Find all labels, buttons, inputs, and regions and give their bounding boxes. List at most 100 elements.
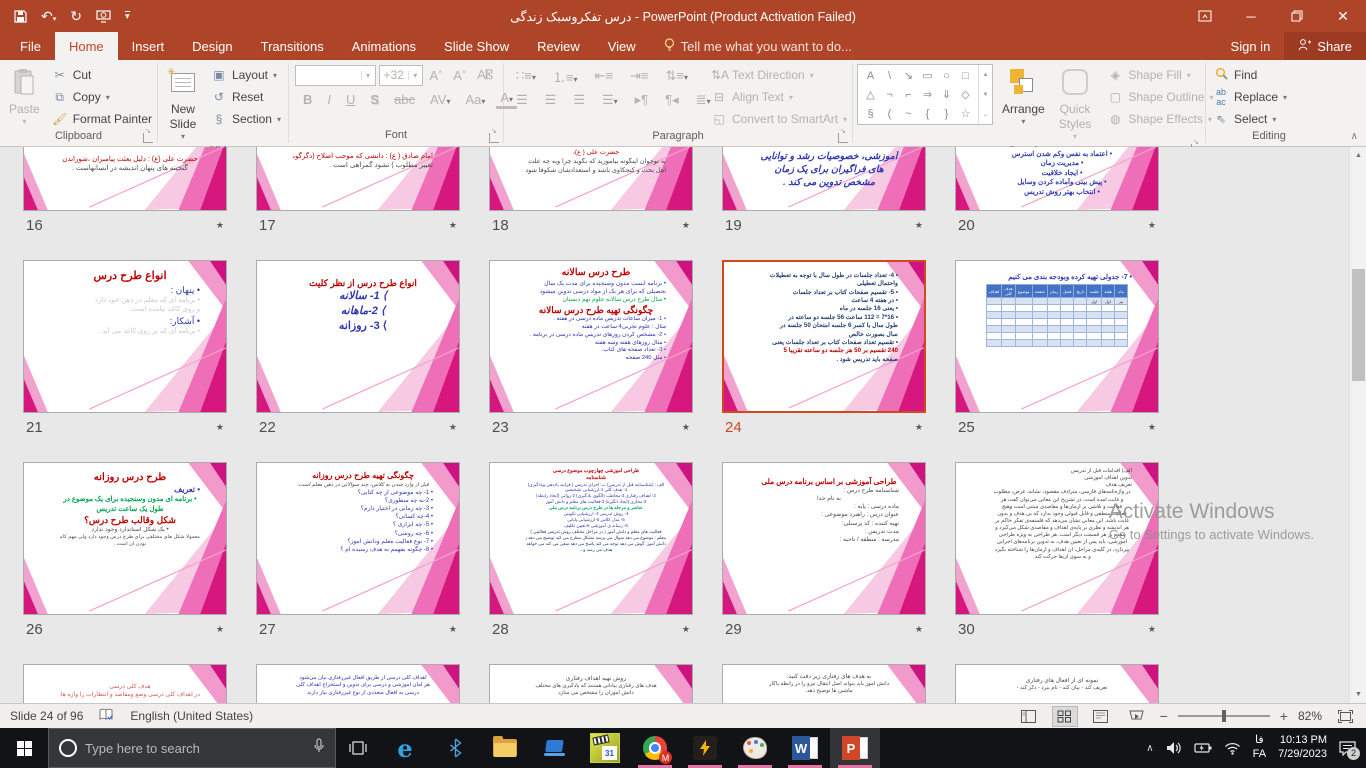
- scroll-down-icon[interactable]: ▼: [1350, 686, 1366, 703]
- slide-thumbnail-33[interactable]: روش تهیه اهداف رفتاریهدف های رفتاری بیان…: [489, 664, 693, 703]
- shape-effects-button[interactable]: ◍Shape Effects▾: [1102, 108, 1218, 130]
- tab-transitions[interactable]: Transitions: [247, 32, 338, 60]
- bullets-icon[interactable]: ∷≡▾: [512, 67, 540, 85]
- ltr-direction-icon[interactable]: ▸¶: [631, 91, 653, 109]
- slide-show-button[interactable]: [1124, 706, 1150, 727]
- align-text-button[interactable]: ⊟Align Text▾: [706, 86, 852, 108]
- shape-icon[interactable]: ○: [937, 66, 956, 85]
- save-icon[interactable]: [14, 10, 27, 23]
- tab-animations[interactable]: Animations: [338, 32, 430, 60]
- scrollbar-thumb[interactable]: [1352, 269, 1365, 381]
- decrease-indent-icon[interactable]: ⇤≡: [590, 67, 616, 85]
- edge-taskbar-icon[interactable]: e: [380, 728, 430, 768]
- shape-outline-button[interactable]: ▢Shape Outline▾: [1102, 86, 1218, 108]
- cut-button[interactable]: ✂Cut: [47, 64, 157, 86]
- zoom-slider[interactable]: [1178, 715, 1270, 717]
- numbering-icon[interactable]: ⒈≡▾: [549, 66, 582, 87]
- wifi-icon[interactable]: [1224, 742, 1241, 755]
- select-button[interactable]: ⇖Select▾: [1208, 108, 1292, 130]
- tab-home[interactable]: Home: [55, 32, 118, 60]
- find-button[interactable]: Find: [1208, 64, 1292, 86]
- restore-button[interactable]: [1274, 0, 1320, 32]
- customize-qat-icon[interactable]: ▾: [125, 11, 130, 21]
- shapes-more-icon[interactable]: ⌄: [979, 104, 992, 124]
- change-case-icon[interactable]: Aa▾: [461, 91, 489, 108]
- spell-check-icon[interactable]: [99, 708, 114, 725]
- font-dialog-launcher[interactable]: [489, 133, 499, 143]
- tray-chevron-icon[interactable]: ∧: [1146, 743, 1153, 754]
- ribbon-display-options-button[interactable]: [1182, 0, 1228, 32]
- language-switcher[interactable]: فاFA: [1253, 734, 1266, 762]
- slide-thumbnail-31[interactable]: هدف کلی درسیدر اهداف کلی درسی وضع ومقاصد…: [23, 664, 227, 703]
- shape-fill-button[interactable]: ◈Shape Fill▾: [1102, 64, 1218, 86]
- fit-to-window-icon[interactable]: [1332, 706, 1358, 727]
- shape-icon[interactable]: §: [861, 104, 880, 123]
- increase-indent-icon[interactable]: ⇥≡: [626, 67, 652, 85]
- shape-icon[interactable]: (: [880, 104, 899, 123]
- slide-sorter-view-button[interactable]: [1052, 706, 1078, 727]
- align-left-icon[interactable]: ☰: [512, 91, 532, 109]
- text-direction-button[interactable]: ⇅AText Direction▾: [706, 64, 852, 86]
- font-name-combo[interactable]: ▾: [295, 65, 376, 86]
- tab-design[interactable]: Design: [178, 32, 246, 60]
- powerpoint-taskbar-icon[interactable]: P: [830, 728, 880, 768]
- slide-thumbnail-22[interactable]: انواع طرح درس از نظر کلیت ⟩ 1- سالانه⟩ 2…: [256, 260, 460, 413]
- normal-view-button[interactable]: [1016, 706, 1042, 727]
- file-explorer-taskbar-icon[interactable]: [480, 728, 530, 768]
- shape-icon[interactable]: □: [956, 66, 975, 85]
- tell-me-box[interactable]: Tell me what you want to do...: [650, 32, 852, 60]
- shape-icon[interactable]: △: [861, 85, 880, 104]
- slide-thumbnail-27[interactable]: چگونگی تهیه طرح درس روزانهقبل از وارد شد…: [256, 462, 460, 615]
- start-from-beginning-icon[interactable]: [96, 10, 111, 23]
- slide-thumbnail-28[interactable]: طراحی آموزشی چهارچوب موضوع درسیشناسنامها…: [489, 462, 693, 615]
- winamp-taskbar-icon[interactable]: [680, 728, 730, 768]
- tab-slide-show[interactable]: Slide Show: [430, 32, 523, 60]
- close-button[interactable]: ✕: [1320, 0, 1366, 32]
- rtl-direction-icon[interactable]: ¶◂: [661, 91, 683, 109]
- tab-view[interactable]: View: [594, 32, 650, 60]
- slide-thumbnail-25[interactable]: • 7- جدولی تهیه کرده وبودجه بندی می کنیم…: [955, 260, 1159, 413]
- shape-icon[interactable]: ⌐: [899, 85, 918, 104]
- language-indicator[interactable]: English (United States): [130, 709, 253, 723]
- paint-taskbar-icon[interactable]: [730, 728, 780, 768]
- shapes-scroll-up-icon[interactable]: ▲: [979, 65, 992, 85]
- font-size-combo[interactable]: +32▾: [379, 65, 423, 86]
- strikethrough-icon[interactable]: abc: [390, 91, 419, 108]
- media-player-classic-taskbar-icon[interactable]: 31: [580, 728, 630, 768]
- paragraph-dialog-launcher[interactable]: [838, 133, 848, 143]
- shape-icon[interactable]: }: [937, 104, 956, 123]
- shape-icon[interactable]: \: [880, 66, 899, 85]
- shape-icon[interactable]: ~: [899, 104, 918, 123]
- taskbar-search[interactable]: Type here to search: [48, 728, 336, 768]
- battery-icon[interactable]: [1194, 742, 1212, 754]
- tab-review[interactable]: Review: [523, 32, 594, 60]
- zoom-out-icon[interactable]: −: [1160, 708, 1168, 724]
- decrease-font-size-icon[interactable]: A˅: [449, 67, 470, 84]
- slide-thumbnail-16[interactable]: حضرت علی (ع) : دلیل بعثت پیامبران ،شوران…: [23, 147, 227, 211]
- underline-icon[interactable]: U: [342, 91, 359, 108]
- volume-icon[interactable]: [1166, 741, 1182, 755]
- vertical-scrollbar[interactable]: ▲ ▼: [1349, 147, 1366, 703]
- slide-thumbnail-17[interactable]: امام صادق ( ع) : دانشی که موجب اصلاح (دگ…: [256, 147, 460, 211]
- shape-icon[interactable]: ▭: [918, 66, 937, 85]
- slide-thumbnail-26[interactable]: طرح درس روزانه• تعریف• برنامه ای مدون وس…: [23, 462, 227, 615]
- start-button[interactable]: [0, 728, 48, 768]
- justify-icon[interactable]: ☰▾: [598, 91, 622, 109]
- slide-thumbnail-34[interactable]: به هدف های رفتاری زیر دقت کنید:دانش آموز…: [722, 664, 926, 703]
- slide-thumbnail-20[interactable]: • اعتماد به نفس وکم شدن استرس• مدیریت زم…: [955, 147, 1159, 211]
- paste-button[interactable]: Paste▾: [2, 62, 47, 130]
- replace-button[interactable]: abacReplace▾: [1208, 86, 1292, 108]
- shape-icon[interactable]: ⇒: [918, 85, 937, 104]
- zoom-level[interactable]: 82%: [1298, 709, 1322, 723]
- zoom-slider-thumb[interactable]: [1222, 710, 1226, 722]
- slide-thumbnail-24[interactable]: • 4- تعداد جلسات در طول سال با توجه به ت…: [722, 260, 926, 413]
- arrange-button[interactable]: Arrange▾: [995, 62, 1052, 130]
- minimize-button[interactable]: ─: [1228, 0, 1274, 32]
- align-right-icon[interactable]: ☰: [569, 91, 589, 109]
- repeat-icon[interactable]: ↻: [70, 9, 82, 23]
- zoom-in-icon[interactable]: +: [1280, 708, 1288, 724]
- shapes-scroll-down-icon[interactable]: ▼: [979, 85, 992, 105]
- clear-formatting-icon[interactable]: A𝄡: [473, 66, 497, 84]
- italic-icon[interactable]: I: [323, 91, 335, 108]
- shadow-icon[interactable]: S: [366, 91, 383, 108]
